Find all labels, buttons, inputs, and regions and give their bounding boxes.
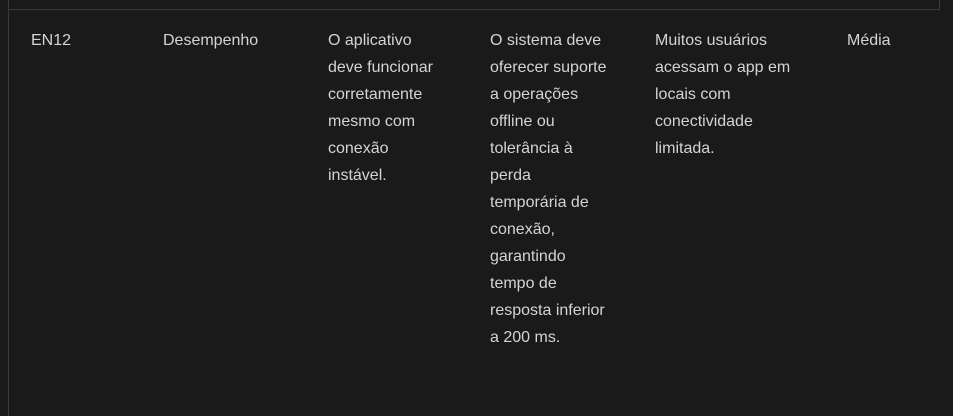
requirement-id: EN12 — [31, 32, 72, 49]
requirements-table-region: EN12 Desempenho O aplicativo deve funcio… — [0, 0, 953, 416]
cell-justification: Muitos usuários acessam o app em locais … — [655, 10, 847, 351]
requirements-table: EN12 Desempenho O aplicativo deve funcio… — [9, 10, 939, 351]
cell-specification: O sistema deve oferecer suporte a operaç… — [490, 10, 655, 351]
cell-id: EN12 — [9, 10, 163, 351]
table-row: EN12 Desempenho O aplicativo deve funcio… — [9, 10, 939, 351]
cell-priority: Média — [847, 10, 939, 351]
requirement-category: Desempenho — [163, 32, 259, 49]
cell-requirement: O aplicativo deve funcionar corretamente… — [328, 10, 490, 351]
requirement-specification: O sistema deve oferecer suporte a operaç… — [490, 32, 607, 346]
requirement-justification: Muitos usuários acessam o app em locais … — [655, 32, 791, 157]
requirement-priority: Média — [847, 32, 891, 49]
cell-category: Desempenho — [163, 10, 328, 351]
requirement-description: O aplicativo deve funcionar corretamente… — [328, 32, 433, 184]
